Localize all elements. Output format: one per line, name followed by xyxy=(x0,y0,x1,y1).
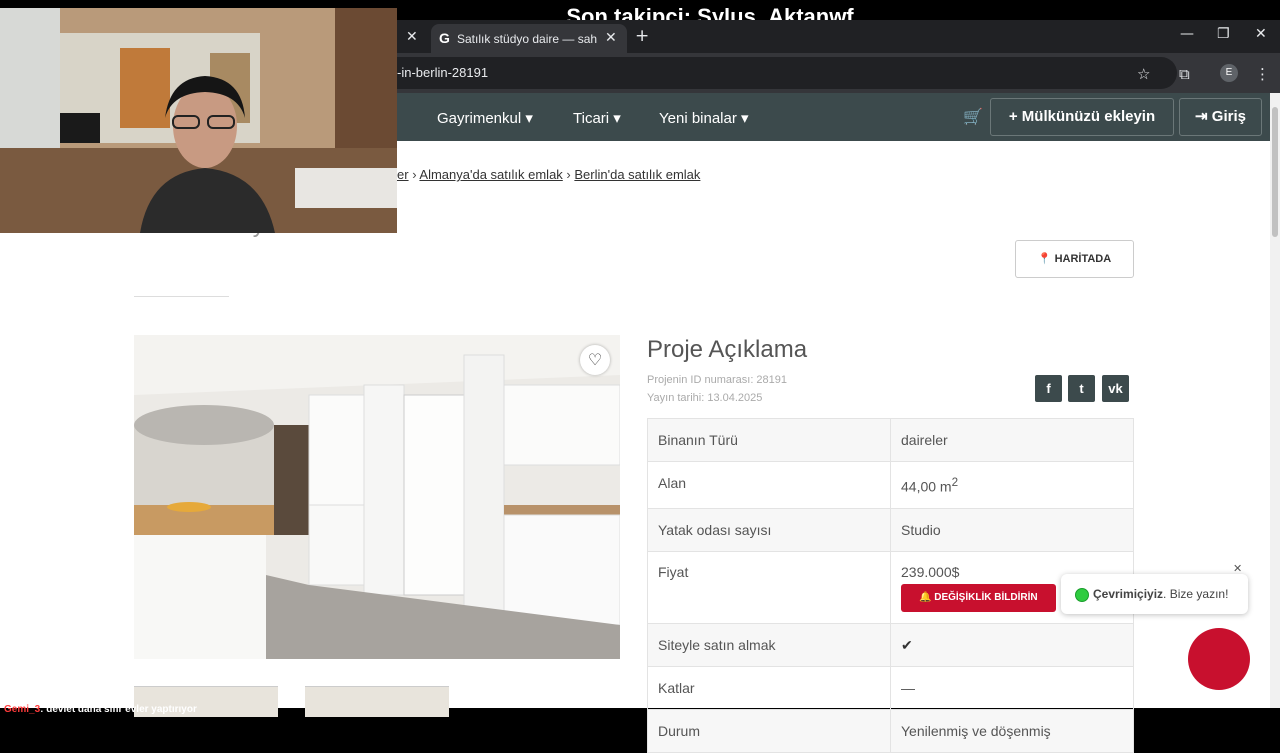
row-label: Fiyat xyxy=(647,550,891,624)
chat-close-icon[interactable]: ✕ xyxy=(1233,562,1242,575)
minimize-icon[interactable]: — xyxy=(1180,26,1194,42)
notify-change-button[interactable]: 🔔 DEĞİŞİKLİK BİLDİRİN xyxy=(901,583,1056,612)
cart-icon[interactable]: 🛒 xyxy=(963,107,983,126)
new-tab-icon[interactable]: + xyxy=(635,26,649,46)
listing-photo[interactable]: ♡ xyxy=(134,335,620,659)
row-value: Studio xyxy=(890,507,1134,552)
kitchen-photo xyxy=(134,335,620,659)
webcam-feed xyxy=(0,8,397,233)
breadcrumb-berlin[interactable]: Berlin'da satılık emlak xyxy=(574,167,700,182)
url-text: -in-berlin-28191 xyxy=(397,65,489,80)
breadcrumb-prefix[interactable]: er xyxy=(397,167,409,182)
window-close-icon[interactable]: ✕ xyxy=(1255,26,1267,42)
project-title: Proje Açıklama xyxy=(647,336,808,363)
row-label: Alan xyxy=(647,461,891,509)
extensions-icon[interactable]: ⧉ xyxy=(1179,65,1190,83)
table-row: Durum Yenilenmiş ve döşenmiş xyxy=(647,708,1134,753)
breadcrumb: er › Almanya'da satılık emlak › Berlin'd… xyxy=(397,167,700,182)
site-nav: Gayrimenkul ▾ Ticari ▾ Yeni binalar ▾ 🛒 … xyxy=(397,93,1270,141)
restore-icon[interactable]: ❐ xyxy=(1217,26,1230,42)
nav-gayrimenkul[interactable]: Gayrimenkul ▾ xyxy=(437,109,533,127)
tab-bar: ✕ G Satılık stüdyo daire — sahibinden ✕ … xyxy=(397,20,1280,53)
browser-toolbar: -in-berlin-28191 ☆ ⧉ E ⋮ xyxy=(397,53,1280,93)
table-row: Siteyle satın almak ✔ xyxy=(647,622,1134,667)
row-label: Siteyle satın almak xyxy=(647,622,891,667)
project-id: Projenin ID numarası: 28191 xyxy=(647,374,788,386)
chat-widget[interactable]: Çevrimiçiyiz. Bize yazın! ✕ xyxy=(1061,562,1248,614)
tab-active[interactable]: G Satılık stüdyo daire — sahibinden ✕ xyxy=(431,24,627,53)
facebook-icon[interactable]: f xyxy=(1035,375,1062,402)
login-button[interactable]: ⇥ Giriş xyxy=(1179,98,1262,136)
menu-icon[interactable]: ⋮ xyxy=(1255,65,1270,83)
row-label: Binanın Türü xyxy=(647,418,891,462)
profile-avatar[interactable]: E xyxy=(1220,64,1238,82)
tab-close-icon[interactable]: ✕ xyxy=(605,30,617,46)
page-scrollbar[interactable] xyxy=(1270,93,1280,708)
favorite-icon[interactable]: ♡ xyxy=(580,345,610,375)
map-button[interactable]: 📍 HARİTADA xyxy=(1015,240,1134,278)
checkmark-icon: ✔ xyxy=(890,622,1134,667)
twitter-icon[interactable]: t xyxy=(1068,375,1095,402)
title-divider xyxy=(134,296,229,297)
table-row: Binanın Türü daireler xyxy=(647,418,1134,462)
row-label: Yatak odası sayısı xyxy=(647,507,891,552)
nav-ticari[interactable]: Ticari ▾ xyxy=(573,109,621,127)
row-value: — xyxy=(890,665,1134,710)
breadcrumb-germany[interactable]: Almanya'da satılık emlak xyxy=(419,167,562,182)
table-row: Alan 44,00 m2 xyxy=(647,461,1134,509)
vk-icon[interactable]: vk xyxy=(1102,375,1129,402)
row-value: daireler xyxy=(890,418,1134,462)
row-label: Katlar xyxy=(647,665,891,710)
online-status-icon xyxy=(1075,588,1089,602)
table-row: Yatak odası sayısı Studio xyxy=(647,507,1134,552)
row-label: Durum xyxy=(647,708,891,753)
address-bar[interactable]: -in-berlin-28191 xyxy=(397,57,1177,89)
google-icon: G xyxy=(439,30,450,46)
webcam-overlay xyxy=(0,8,397,233)
nav-yeni-binalar[interactable]: Yeni binalar ▾ xyxy=(659,109,749,127)
close-icon[interactable]: ✕ xyxy=(406,29,418,45)
published-date: Yayın tarihi: 13.04.2025 xyxy=(647,392,763,404)
tab-title: Satılık stüdyo daire — sahibinden xyxy=(457,32,597,46)
table-row: Katlar — xyxy=(647,665,1134,710)
stream-chat-line: Gemi_3: devlet daha sıfır evler yaptırıy… xyxy=(4,704,197,715)
chat-fab-button[interactable] xyxy=(1188,628,1250,690)
star-icon[interactable]: ☆ xyxy=(1137,65,1150,83)
row-value: Yenilenmiş ve döşenmiş xyxy=(890,708,1134,753)
row-value: 44,00 m2 xyxy=(890,461,1134,509)
thumbnail-2[interactable] xyxy=(305,686,449,717)
add-property-button[interactable]: + Mülkünüzü ekleyin xyxy=(990,98,1174,136)
chat-text: Çevrimiçiyiz. Bize yazın! xyxy=(1093,587,1229,601)
scrollbar-thumb[interactable] xyxy=(1272,107,1278,237)
